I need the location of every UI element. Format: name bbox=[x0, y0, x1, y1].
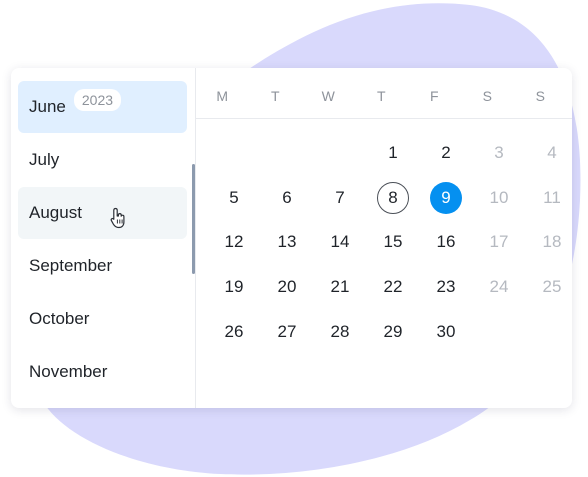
day-cell[interactable]: 2 bbox=[430, 137, 462, 169]
today-day-cell[interactable]: 8 bbox=[377, 182, 409, 214]
month-item-june[interactable]: June 2023 bbox=[18, 81, 187, 133]
day-cell[interactable]: 25 bbox=[536, 271, 568, 303]
hand-pointer-icon bbox=[110, 207, 125, 229]
weekday-label: S bbox=[535, 88, 546, 104]
day-cell[interactable]: 4 bbox=[536, 137, 568, 169]
day-cell[interactable]: 21 bbox=[324, 271, 356, 303]
month-label: October bbox=[29, 309, 90, 328]
day-cell[interactable]: 27 bbox=[271, 316, 303, 348]
day-cell[interactable]: 13 bbox=[271, 226, 303, 258]
day-cell[interactable]: 16 bbox=[430, 226, 462, 258]
month-item-august[interactable]: August bbox=[18, 187, 187, 239]
month-label: September bbox=[29, 256, 113, 275]
selected-day-cell[interactable]: 9 bbox=[430, 182, 462, 214]
day-cell[interactable]: 17 bbox=[483, 226, 515, 258]
weekday-label: T bbox=[376, 88, 387, 104]
day-cell[interactable]: 6 bbox=[271, 182, 303, 214]
day-cell[interactable]: 12 bbox=[218, 226, 250, 258]
day-cell[interactable]: 28 bbox=[324, 316, 356, 348]
month-label: June bbox=[29, 97, 66, 116]
month-label: November bbox=[29, 362, 108, 381]
day-cell[interactable]: 18 bbox=[536, 226, 568, 258]
weekday-label: F bbox=[429, 88, 440, 104]
month-item-september[interactable]: September bbox=[18, 240, 187, 292]
day-cell[interactable]: 20 bbox=[271, 271, 303, 303]
day-cell[interactable]: 5 bbox=[218, 182, 250, 214]
weekday-label: T bbox=[270, 88, 281, 104]
month-list: June 2023 July August September October … bbox=[11, 68, 196, 408]
day-cell[interactable]: 1 bbox=[377, 137, 409, 169]
month-list-scrollbar[interactable] bbox=[192, 164, 195, 274]
calendar-grid: M T W T F S S 1 2 3 4 5 6 7 8 9 10 11 12… bbox=[196, 68, 572, 408]
day-cell[interactable]: 3 bbox=[483, 137, 515, 169]
day-cell[interactable]: 24 bbox=[483, 271, 515, 303]
month-item-november[interactable]: November bbox=[18, 346, 187, 398]
day-cell[interactable]: 19 bbox=[218, 271, 250, 303]
weekday-header: M T W T F S S bbox=[196, 68, 572, 119]
day-cell[interactable]: 29 bbox=[377, 316, 409, 348]
month-item-july[interactable]: July bbox=[18, 134, 187, 186]
month-label: July bbox=[29, 150, 60, 169]
month-item-october[interactable]: October bbox=[18, 293, 187, 345]
year-badge: 2023 bbox=[73, 89, 122, 111]
day-cell[interactable]: 11 bbox=[536, 182, 568, 214]
day-cell[interactable]: 22 bbox=[377, 271, 409, 303]
day-cell[interactable]: 10 bbox=[483, 182, 515, 214]
day-cell[interactable]: 23 bbox=[430, 271, 462, 303]
date-picker-card: June 2023 July August September October … bbox=[11, 68, 572, 408]
day-cell[interactable]: 30 bbox=[430, 316, 462, 348]
weekday-label: S bbox=[482, 88, 493, 104]
day-cell[interactable]: 14 bbox=[324, 226, 356, 258]
weekday-label: M bbox=[216, 88, 229, 104]
day-cell[interactable]: 26 bbox=[218, 316, 250, 348]
day-cell[interactable]: 7 bbox=[324, 182, 356, 214]
day-cell[interactable]: 15 bbox=[377, 226, 409, 258]
weekday-label: W bbox=[321, 88, 336, 104]
month-label: August bbox=[29, 203, 82, 222]
